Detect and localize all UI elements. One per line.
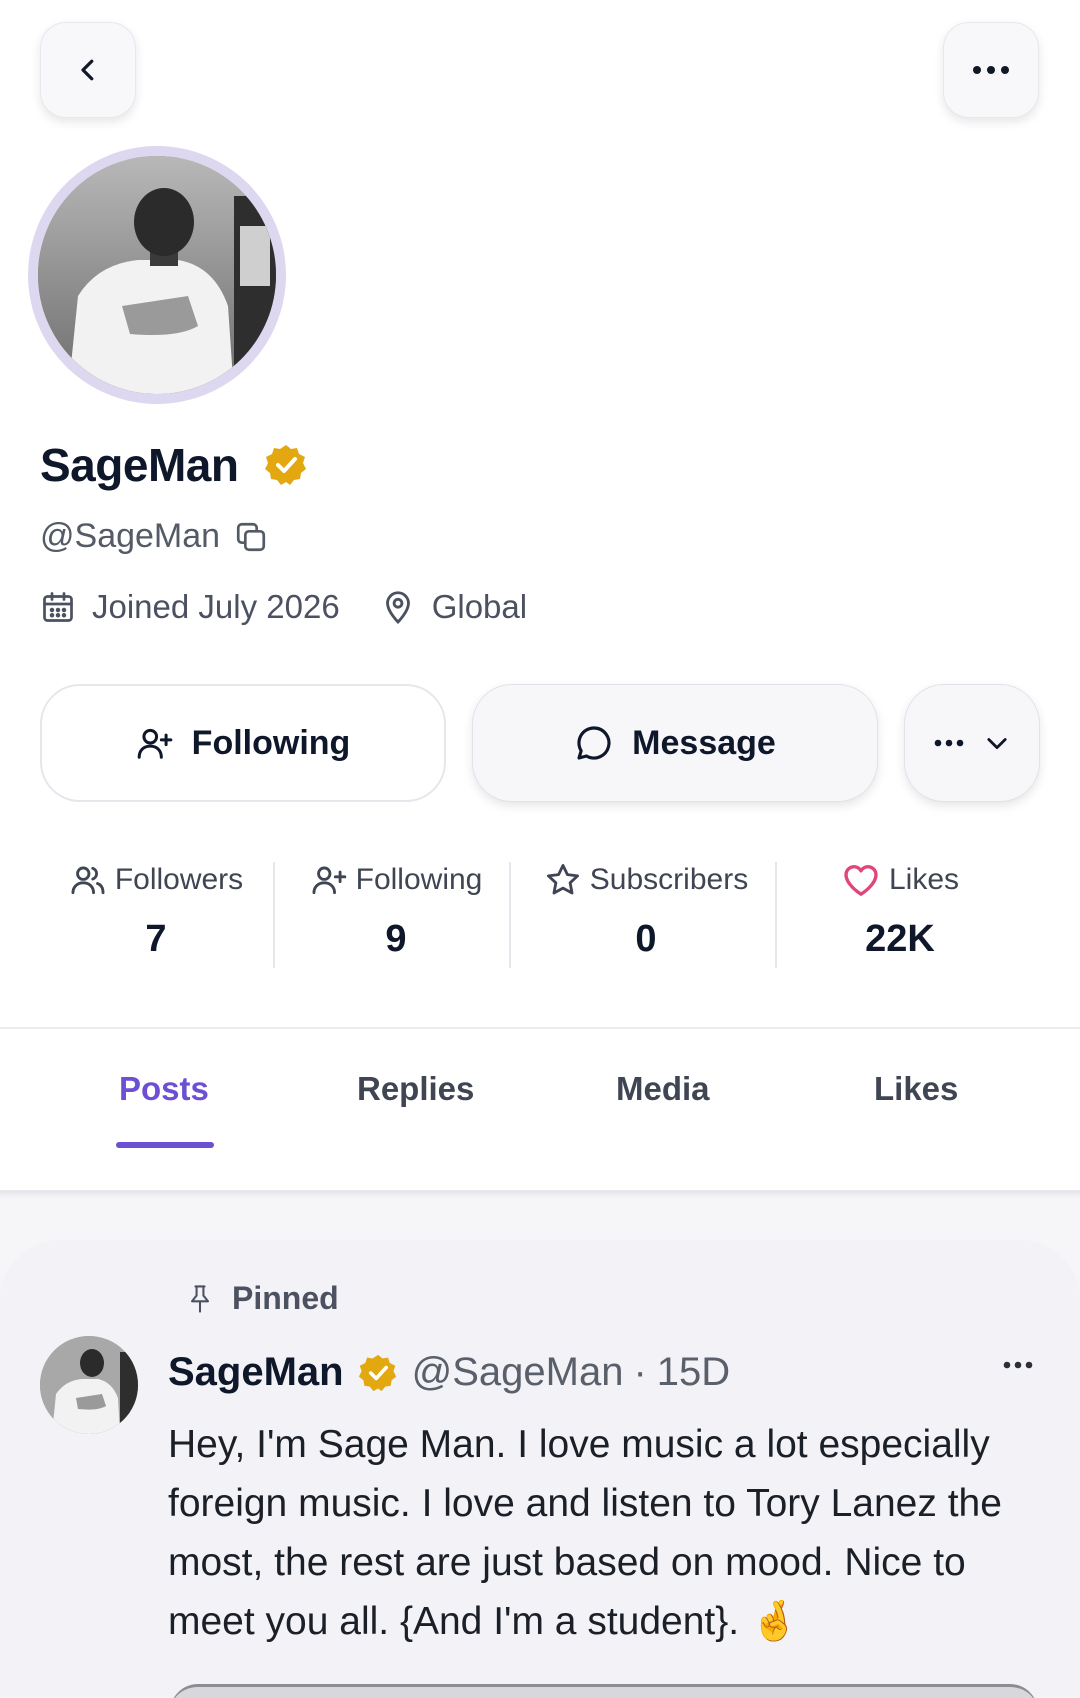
following-button[interactable]: Following — [40, 684, 446, 802]
user-plus-icon — [137, 728, 173, 759]
more-horizontal-icon — [934, 739, 964, 747]
tab-posts[interactable]: Posts — [119, 1070, 209, 1108]
divider — [273, 862, 275, 968]
stat-label: Following — [355, 863, 483, 896]
pinned-label-row: Pinned — [186, 1280, 339, 1317]
joined-text: Joined July 2026 — [92, 588, 340, 625]
post-media-preview[interactable] — [170, 1684, 1038, 1698]
profile-name-row: SageMan — [40, 438, 308, 492]
post-timestamp: 15D — [656, 1350, 731, 1394]
profile-meta: Joined July 2026 Global — [40, 588, 527, 626]
stat-following[interactable]: Following 9 — [306, 856, 486, 970]
heart-icon — [844, 865, 878, 896]
stat-value: 0 — [635, 918, 657, 960]
pinned-label: Pinned — [232, 1280, 339, 1316]
copy-icon[interactable] — [234, 520, 268, 554]
tab-likes[interactable]: Likes — [874, 1070, 958, 1108]
message-button-label: Message — [632, 723, 776, 762]
post-more-icon[interactable] — [1002, 1360, 1034, 1370]
avatar-photo — [38, 156, 276, 394]
tab-media[interactable]: Media — [616, 1070, 710, 1108]
stat-value: 7 — [145, 918, 167, 960]
profile-avatar[interactable] — [28, 146, 286, 404]
display-name: SageMan — [40, 439, 239, 491]
stat-label: Subscribers — [589, 863, 749, 896]
profile-handle: @SageMan — [40, 517, 221, 555]
post-separator: · — [633, 1350, 647, 1394]
verified-badge-icon — [358, 1354, 396, 1391]
divider — [509, 862, 511, 968]
following-button-label: Following — [191, 723, 351, 762]
stat-subscribers[interactable]: Subscribers 0 — [536, 856, 756, 970]
profile-options-dropdown[interactable] — [904, 684, 1040, 802]
more-options-button[interactable] — [943, 22, 1039, 118]
users-icon — [71, 866, 105, 895]
profile-tabs: Posts Replies Media Likes — [0, 1030, 1080, 1190]
stat-followers[interactable]: Followers 7 — [66, 856, 246, 970]
chevron-left-icon — [81, 59, 94, 81]
post-text: Hey, I'm Sage Man. I love music a lot es… — [168, 1423, 1002, 1643]
post-header: SageMan @SageMan · 15D — [168, 1350, 730, 1395]
handle-row: @SageMan — [40, 517, 268, 556]
map-pin-icon — [385, 591, 410, 625]
joined-date: Joined July 2026 — [40, 588, 340, 626]
section-divider — [0, 1027, 1080, 1029]
message-button[interactable]: Message — [472, 684, 878, 802]
post-handle: @SageMan — [411, 1350, 624, 1394]
more-horizontal-icon — [973, 66, 1009, 74]
divider — [775, 862, 777, 968]
chat-bubble-icon — [577, 726, 611, 760]
post-avatar[interactable] — [40, 1336, 138, 1434]
stat-label: Likes — [888, 863, 960, 896]
profile-stats: Followers 7 Following 9 Subscribers 0 Li… — [40, 856, 1040, 970]
chevron-down-icon — [987, 738, 1007, 750]
pin-icon — [190, 1284, 210, 1313]
calendar-icon — [43, 592, 73, 622]
location: Global — [380, 588, 527, 626]
stat-label: Followers — [114, 863, 244, 896]
active-tab-indicator — [116, 1142, 214, 1148]
stat-value: 22K — [865, 918, 935, 960]
post-author[interactable]: SageMan — [168, 1350, 344, 1395]
user-plus-icon — [312, 866, 346, 895]
stat-likes[interactable]: Likes 22K — [820, 856, 980, 970]
location-text: Global — [431, 588, 528, 625]
tab-replies[interactable]: Replies — [357, 1070, 474, 1108]
back-button[interactable] — [40, 22, 136, 118]
stat-value: 9 — [385, 918, 407, 960]
verified-badge-icon — [265, 445, 307, 485]
star-icon — [546, 864, 579, 895]
